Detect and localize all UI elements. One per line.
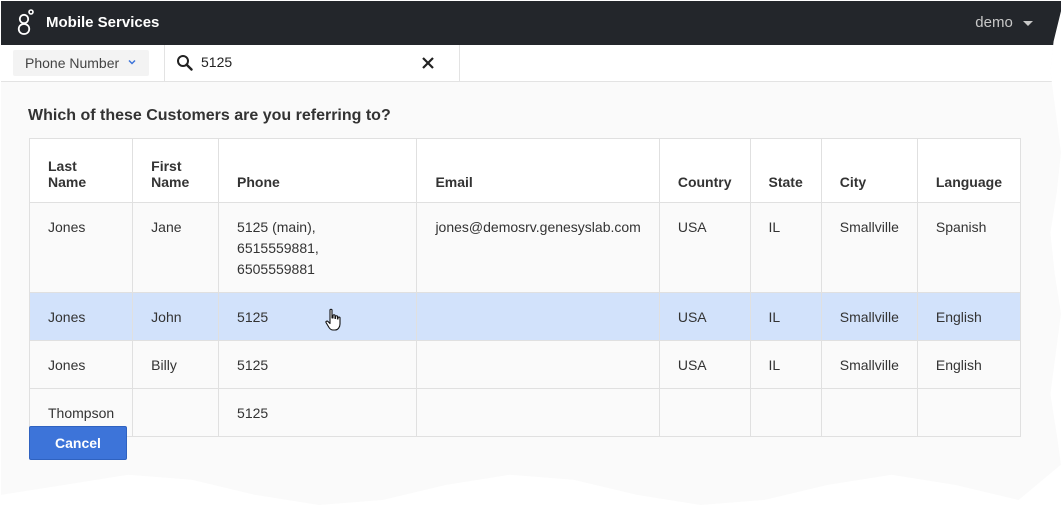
column-header: Language [916, 138, 1022, 203]
column-header: City [820, 138, 918, 203]
table-cell [749, 388, 822, 437]
table-cell: Jones [28, 340, 134, 389]
table-row[interactable]: Jones Jane 5125 (main), 6515559881, 6505… [28, 202, 1022, 293]
search-bar: Phone Number [1, 45, 1061, 82]
cancel-button[interactable]: Cancel [29, 426, 127, 460]
caret-down-icon [1023, 20, 1033, 26]
table-cell: USA [658, 292, 751, 341]
user-label: demo [975, 14, 1013, 31]
user-menu[interactable]: demo [975, 14, 1033, 31]
table-cell: Spanish [916, 202, 1022, 293]
close-icon[interactable] [421, 56, 435, 70]
customer-results-table: Last Name First Name Phone Email Country… [28, 138, 1022, 437]
table-cell: English [916, 292, 1022, 341]
table-cell: IL [749, 202, 822, 293]
top-bar: Mobile Services demo [1, 1, 1061, 45]
table-cell: IL [749, 340, 822, 389]
search-icon [177, 55, 193, 71]
page-question: Which of these Customers are you referri… [28, 107, 391, 124]
app-title: Mobile Services [46, 14, 160, 31]
table-cell [916, 388, 1022, 437]
table-cell [416, 388, 660, 437]
genesys-logo-icon [17, 9, 34, 35]
table-cell: Smallville [820, 292, 918, 341]
table-row[interactable]: Jones Billy 5125 USA IL Smallville Engli… [28, 340, 1022, 389]
column-header: Phone [218, 138, 418, 203]
table-cell: John [132, 292, 220, 341]
table-cell: Billy [132, 340, 220, 389]
table-row-selected[interactable]: Jones John 5125 USA IL Smallville Englis… [28, 292, 1022, 341]
column-header: Country [658, 138, 751, 203]
table-cell: USA [658, 340, 751, 389]
table-cell: jones@demosrv.genesyslab.com [416, 202, 660, 293]
table-cell: English [916, 340, 1022, 389]
table-cell: Jones [28, 292, 134, 341]
table-cell: Smallville [820, 340, 918, 389]
table-cell: Jones [28, 202, 134, 293]
hand-cursor-icon [325, 308, 341, 331]
table-header-row: Last Name First Name Phone Email Country… [28, 138, 1022, 203]
table-cell [820, 388, 918, 437]
table-cell: Smallville [820, 202, 918, 293]
column-header: State [749, 138, 822, 203]
table-cell: 5125 [218, 292, 418, 341]
table-cell [658, 388, 751, 437]
column-header: First Name [132, 138, 220, 203]
table-cell: USA [658, 202, 751, 293]
table-cell [132, 388, 220, 437]
column-header: Last Name [28, 138, 134, 203]
app-window: Mobile Services demo Phone Number Which … [1, 1, 1061, 505]
table-row[interactable]: Thompson 5125 [28, 388, 1022, 437]
search-field [164, 45, 460, 81]
search-input[interactable] [201, 52, 411, 72]
column-header: Email [416, 138, 660, 203]
table-cell: 5125 [218, 340, 418, 389]
table-cell: Jane [132, 202, 220, 293]
table-cell: IL [749, 292, 822, 341]
search-type-label: Phone Number [25, 55, 120, 71]
chevron-down-icon [128, 59, 136, 65]
search-type-dropdown[interactable]: Phone Number [13, 50, 149, 76]
table-cell [416, 340, 660, 389]
table-cell: 5125 [218, 388, 418, 437]
table-cell: 5125 (main), 6515559881, 6505559881 [218, 202, 418, 293]
table-cell [416, 292, 660, 341]
